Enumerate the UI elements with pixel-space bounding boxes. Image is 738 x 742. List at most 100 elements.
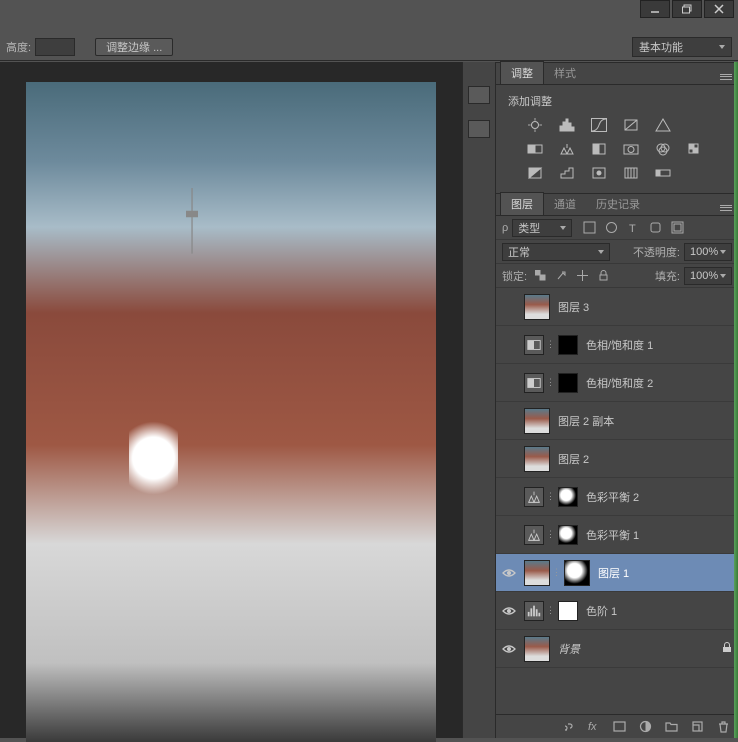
layer-name[interactable]: 图层 1	[598, 565, 629, 581]
filter-pixel-icon[interactable]	[582, 221, 596, 235]
adjustments-panel: 调整 样式 添加调整	[496, 63, 738, 194]
mask-link-icon[interactable]: ⋮	[546, 339, 554, 350]
filter-shape-icon[interactable]	[648, 221, 662, 235]
layers-tabs: 图层 通道 历史记录	[496, 194, 738, 216]
layer-row[interactable]: ⋮ 图层 1	[496, 554, 738, 592]
lock-all-icon[interactable]	[596, 269, 610, 283]
black-white-icon[interactable]	[590, 141, 608, 157]
workspace-switcher[interactable]: 基本功能	[632, 37, 732, 57]
collapsed-panel-icon[interactable]	[468, 86, 490, 104]
visibility-toggle[interactable]	[496, 606, 522, 616]
layer-thumbnail	[524, 560, 550, 586]
opacity-label: 不透明度:	[633, 244, 680, 260]
layer-row[interactable]: 图层 2	[496, 440, 738, 478]
panel-menu-icon[interactable]	[718, 70, 734, 84]
refine-edge-button[interactable]: 调整边缘 ...	[95, 38, 173, 56]
mask-link-icon[interactable]: ⋮	[546, 377, 554, 388]
layer-name[interactable]: 色相/饱和度 2	[586, 375, 653, 391]
window-controls	[640, 0, 738, 22]
layer-row[interactable]: ⋮ 色彩平衡 1	[496, 516, 738, 554]
layer-row[interactable]: 图层 3	[496, 288, 738, 326]
fill-input[interactable]: 100%	[684, 267, 732, 285]
layer-row[interactable]: ⋮ 色阶 1	[496, 592, 738, 630]
adjustment-thumbnail	[524, 335, 544, 355]
tab-layers[interactable]: 图层	[500, 192, 544, 215]
adjustments-title: 添加调整	[502, 91, 738, 113]
layers-panel: 图层 通道 历史记录 ρ 类型 T 正常 不透明度: 100% 锁定:	[496, 194, 738, 738]
tab-channels[interactable]: 通道	[544, 193, 586, 215]
layer-name[interactable]: 背景	[558, 641, 580, 657]
new-adjustment-icon[interactable]	[638, 720, 652, 734]
mask-link-icon[interactable]: ⋮	[546, 491, 554, 502]
scrollbar-edge[interactable]	[734, 62, 738, 738]
layer-name[interactable]: 图层 3	[558, 299, 589, 315]
layer-mask-thumbnail	[558, 601, 578, 621]
layer-row[interactable]: 背景	[496, 630, 738, 668]
tab-styles[interactable]: 样式	[544, 62, 586, 84]
vibrance-icon[interactable]	[654, 117, 672, 133]
layer-row[interactable]: 图层 2 副本	[496, 402, 738, 440]
lock-position-icon[interactable]	[575, 269, 589, 283]
color-lookup-icon[interactable]	[686, 141, 704, 157]
visibility-toggle[interactable]	[496, 644, 522, 654]
eye-icon	[502, 606, 516, 616]
layer-mask-thumbnail	[558, 373, 578, 393]
opacity-input[interactable]: 100%	[684, 243, 732, 261]
filter-adjustment-icon[interactable]	[604, 221, 618, 235]
layer-name[interactable]: 色彩平衡 1	[586, 527, 639, 543]
lock-transparency-icon[interactable]	[533, 269, 547, 283]
hue-saturation-icon[interactable]	[526, 141, 544, 157]
close-button[interactable]	[704, 0, 734, 18]
layer-name[interactable]: 色阶 1	[586, 603, 617, 619]
panel-menu-icon[interactable]	[718, 201, 734, 215]
layer-name[interactable]: 图层 2	[558, 451, 589, 467]
collapsed-panel-column	[462, 62, 496, 738]
lock-pixels-icon[interactable]	[554, 269, 568, 283]
add-mask-icon[interactable]	[612, 720, 626, 734]
new-layer-icon[interactable]	[690, 720, 704, 734]
layer-mask-thumbnail	[558, 335, 578, 355]
mask-link-icon[interactable]: ⋮	[546, 529, 554, 540]
brightness-contrast-icon[interactable]	[526, 117, 544, 133]
photo-filter-icon[interactable]	[622, 141, 640, 157]
minimize-button[interactable]	[640, 0, 670, 18]
layer-name[interactable]: 色彩平衡 2	[586, 489, 639, 505]
tab-adjustments[interactable]: 调整	[500, 61, 544, 84]
delete-layer-icon[interactable]	[716, 720, 730, 734]
tab-history[interactable]: 历史记录	[586, 193, 650, 215]
layer-row[interactable]: ⋮ 色彩平衡 2	[496, 478, 738, 516]
document-image	[26, 82, 436, 742]
posterize-icon[interactable]	[558, 165, 576, 181]
mask-link-icon[interactable]: ⋮	[552, 567, 560, 578]
blend-mode-select[interactable]: 正常	[502, 243, 610, 261]
layer-thumbnail	[524, 408, 550, 434]
filter-smart-icon[interactable]	[670, 221, 684, 235]
layer-row[interactable]: ⋮ 色相/饱和度 1	[496, 326, 738, 364]
new-group-icon[interactable]	[664, 720, 678, 734]
layer-mask-thumbnail	[558, 525, 578, 545]
filter-kind-select[interactable]: 类型	[512, 219, 572, 237]
exposure-icon[interactable]	[622, 117, 640, 133]
link-layers-icon[interactable]	[560, 720, 574, 734]
canvas-area[interactable]	[0, 62, 462, 738]
layer-row[interactable]: ⋮ 色相/饱和度 2	[496, 364, 738, 402]
mask-link-icon[interactable]: ⋮	[546, 605, 554, 616]
visibility-toggle[interactable]	[496, 568, 522, 578]
collapsed-panel-icon[interactable]	[468, 120, 490, 138]
layer-effects-icon[interactable]: fx	[586, 720, 600, 734]
threshold-icon[interactable]	[590, 165, 608, 181]
eye-icon	[502, 644, 516, 654]
restore-button[interactable]	[672, 0, 702, 18]
curves-icon[interactable]	[590, 117, 608, 133]
layer-list[interactable]: 图层 3 ⋮ 色相/饱和度 1 ⋮ 色相/饱和度 2 图层 2 副本图层 2 ⋮ 色彩平衡 2…	[496, 288, 738, 714]
layer-name[interactable]: 色相/饱和度 1	[586, 337, 653, 353]
levels-icon[interactable]	[558, 117, 576, 133]
selective-color-icon[interactable]	[622, 165, 640, 181]
layer-name[interactable]: 图层 2 副本	[558, 413, 614, 429]
filter-type-icon[interactable]: T	[626, 221, 640, 235]
channel-mixer-icon[interactable]	[654, 141, 672, 157]
color-balance-icon[interactable]	[558, 141, 576, 157]
height-input[interactable]	[35, 38, 75, 56]
gradient-map-icon[interactable]	[654, 165, 672, 181]
invert-icon[interactable]	[526, 165, 544, 181]
